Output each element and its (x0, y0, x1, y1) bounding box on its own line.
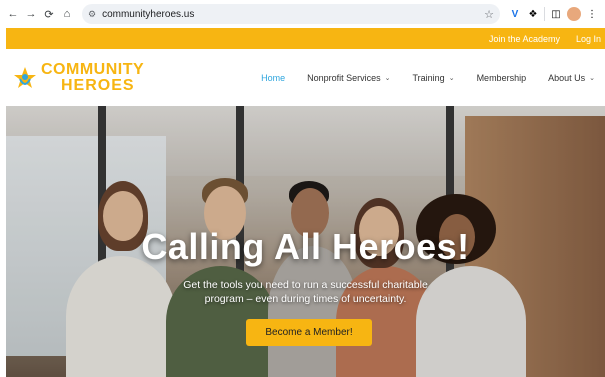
nav-item-label: About Us (548, 72, 586, 83)
nav-item-label: Home (261, 72, 286, 83)
extensions-puzzle-icon[interactable]: ❖ (526, 7, 540, 21)
profile-avatar-icon[interactable] (567, 7, 581, 21)
chevron-down-icon: ⌄ (384, 74, 391, 82)
hero-title: Calling All Heroes! (141, 226, 470, 267)
menu-dots-icon[interactable]: ⋮ (585, 7, 599, 21)
nav-item-about-us[interactable]: About Us ⌄ (548, 73, 595, 83)
nav-item-home[interactable]: Home (261, 73, 285, 83)
bookmark-star-icon[interactable]: ☆ (484, 8, 494, 21)
back-arrow-icon[interactable]: ← (6, 7, 20, 21)
main-navigation: COMMUNITY HEROES Home Nonprofit Services… (6, 49, 605, 106)
hero-banner: Calling All Heroes! Get the tools you ne… (6, 106, 605, 377)
nav-item-training[interactable]: Training ⌄ (413, 73, 455, 83)
nav-item-label: Membership (476, 72, 527, 83)
nav-item-label: Nonprofit Services (307, 72, 381, 83)
sidepanel-icon[interactable]: ◫ (549, 7, 563, 21)
login-link[interactable]: Log In (576, 34, 601, 44)
url-text[interactable]: communityheroes.us (102, 9, 478, 20)
browser-toolbar: ← → ⟳ ⌂ ⚙ communityheroes.us ☆ V ❖ ◫ ⋮ (0, 0, 605, 28)
star-logo-icon (14, 66, 36, 88)
site-info-icon[interactable]: ⚙ (88, 9, 96, 20)
nav-menu: Home Nonprofit Services ⌄ Training ⌄ Membe… (261, 73, 605, 83)
extension-v-icon[interactable]: V (508, 7, 522, 21)
logo-line1: COMMUNITY (41, 60, 145, 78)
join-academy-link[interactable]: Join the Academy (489, 34, 560, 44)
logo-line2: HEROES (61, 76, 135, 94)
reload-icon[interactable]: ⟳ (42, 7, 56, 21)
nav-item-label: Training (412, 72, 445, 83)
address-bar[interactable]: ⚙ communityheroes.us ☆ (82, 4, 500, 24)
chevron-down-icon: ⌄ (448, 74, 455, 82)
toolbar-divider (544, 7, 545, 21)
nav-item-membership[interactable]: Membership (477, 73, 527, 83)
hero-subtitle-line1: Get the tools you need to run a successf… (183, 279, 428, 291)
hero-subtitle-line2: program – even during times of uncertain… (204, 293, 407, 305)
nav-item-nonprofit-services[interactable]: Nonprofit Services ⌄ (307, 73, 390, 83)
hero-subtitle: Get the tools you need to run a successf… (6, 278, 605, 306)
site-logo[interactable]: COMMUNITY HEROES (12, 60, 145, 94)
forward-arrow-icon[interactable]: → (24, 7, 38, 21)
become-member-button[interactable]: Become a Member! (246, 319, 372, 346)
top-utility-bar: Join the Academy Log In (6, 28, 605, 49)
chevron-down-icon: ⌄ (589, 74, 595, 82)
home-icon[interactable]: ⌂ (60, 7, 74, 21)
